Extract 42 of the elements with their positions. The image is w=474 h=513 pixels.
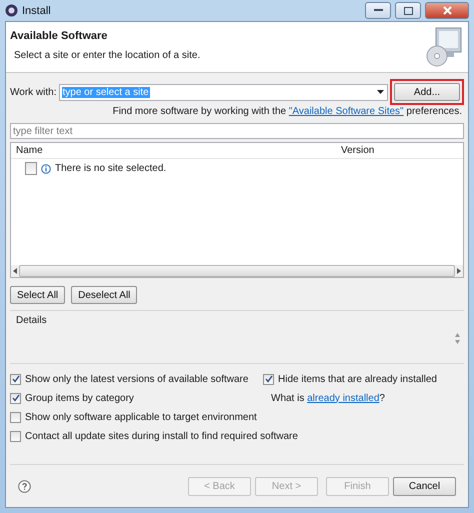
checkbox[interactable]: [263, 374, 274, 384]
page-title: Available Software: [10, 30, 108, 42]
details-title: Details: [16, 315, 48, 328]
work-with-label: Work with:: [10, 86, 56, 98]
column-header[interactable]: Version: [336, 145, 374, 156]
maximize-icon: [404, 6, 412, 14]
more-software-text: Find more software by working with the "Available Software Sites" preferences.: [112, 105, 463, 117]
option-label: Group items by category: [25, 392, 134, 404]
option-label: Contact all update sites during install to find required software: [25, 430, 298, 442]
wizard-button[interactable]: Cancel: [393, 476, 456, 496]
window-title: Install: [22, 4, 51, 16]
checkbox[interactable]: [10, 392, 21, 404]
close-icon: [442, 6, 452, 15]
minimize-button[interactable]: [365, 2, 391, 19]
filter-field[interactable]: type filter text: [10, 123, 464, 139]
info-icon: [41, 164, 51, 174]
table-cell: There is no site selected.: [55, 163, 166, 174]
available-software-sites-link[interactable]: "Available Software Sites": [288, 106, 404, 117]
scroll-right-icon[interactable]: [457, 268, 461, 274]
close-button[interactable]: [425, 2, 469, 19]
page-subtitle: Select a site or enter the location of a site.: [13, 50, 202, 61]
option-label: Hide items that are already installed: [278, 374, 437, 384]
app-icon: [5, 4, 18, 17]
already-installed-link[interactable]: already installed: [307, 392, 380, 404]
selection-button[interactable]: Deselect All: [71, 286, 138, 304]
checkbox[interactable]: [10, 374, 21, 384]
maximize-button[interactable]: [395, 2, 421, 19]
selection-button[interactable]: Select All: [10, 286, 66, 304]
help-icon[interactable]: [18, 480, 31, 492]
scroll-left-icon[interactable]: [13, 268, 17, 274]
what-is-text: What is already installed?: [271, 392, 385, 404]
checkbox[interactable]: [25, 162, 37, 175]
monitor-cd-icon: [426, 26, 462, 68]
checkbox[interactable]: [10, 412, 21, 422]
option-label: Show only the latest versions of available software: [25, 374, 248, 384]
minimize-icon: [374, 9, 382, 12]
add-button[interactable]: Add...: [394, 83, 460, 101]
checkbox[interactable]: [10, 430, 21, 442]
horizontal-scrollbar[interactable]: [11, 265, 463, 277]
column-header[interactable]: Name: [11, 145, 336, 156]
option-label: Show only software applicable to target environment: [25, 412, 257, 422]
dropdown-icon[interactable]: [377, 90, 384, 94]
